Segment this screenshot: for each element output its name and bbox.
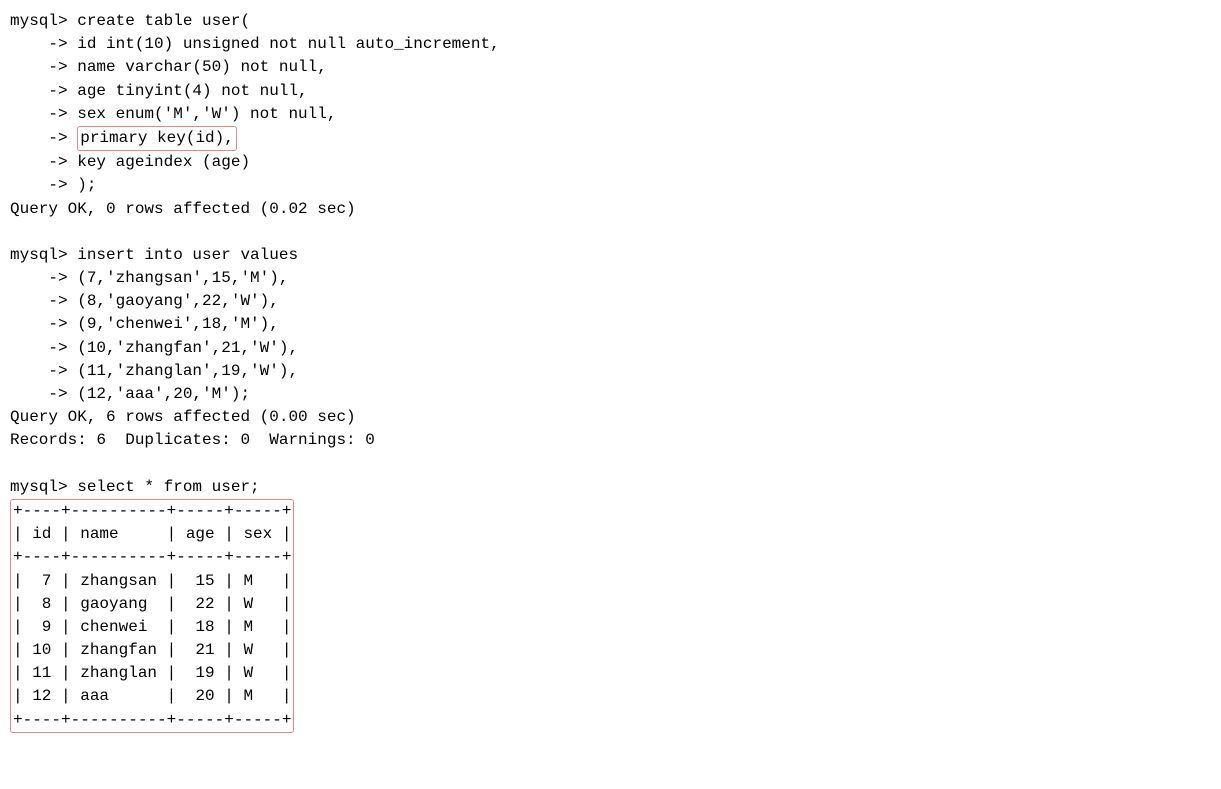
create-line-3: -> name varchar(50) not null, bbox=[10, 56, 1211, 79]
blank-line-2 bbox=[10, 453, 1211, 476]
result-table-highlight: +----+----------+-----+-----+| id | name… bbox=[10, 499, 294, 733]
create-line-2: -> id int(10) unsigned not null auto_inc… bbox=[10, 33, 1211, 56]
insert-line-5: -> (10,'zhangfan',21,'W'), bbox=[10, 337, 1211, 360]
table-row: | 10 | zhangfan | 21 | W | bbox=[13, 639, 291, 662]
create-result: Query OK, 0 rows affected (0.02 sec) bbox=[10, 198, 1211, 221]
create-line-8: -> ); bbox=[10, 174, 1211, 197]
create-line-6-prefix: -> bbox=[10, 129, 77, 147]
blank-line-1 bbox=[10, 221, 1211, 244]
table-border-top: +----+----------+-----+-----+ bbox=[13, 500, 291, 523]
table-row: | 8 | gaoyang | 22 | W | bbox=[13, 593, 291, 616]
table-row: | 11 | zhanglan | 19 | W | bbox=[13, 662, 291, 685]
create-line-5: -> sex enum('M','W') not null, bbox=[10, 103, 1211, 126]
insert-line-7: -> (12,'aaa',20,'M'); bbox=[10, 383, 1211, 406]
insert-result-1: Query OK, 6 rows affected (0.00 sec) bbox=[10, 406, 1211, 429]
table-row: | 9 | chenwei | 18 | M | bbox=[13, 616, 291, 639]
insert-result-2: Records: 6 Duplicates: 0 Warnings: 0 bbox=[10, 429, 1211, 452]
create-line-1: mysql> create table user( bbox=[10, 10, 1211, 33]
table-row: | 7 | zhangsan | 15 | M | bbox=[13, 570, 291, 593]
primary-key-highlight: primary key(id), bbox=[77, 126, 237, 151]
table-border-bottom: +----+----------+-----+-----+ bbox=[13, 709, 291, 732]
create-line-7: -> key ageindex (age) bbox=[10, 151, 1211, 174]
select-query: mysql> select * from user; bbox=[10, 476, 1211, 499]
insert-line-2: -> (7,'zhangsan',15,'M'), bbox=[10, 267, 1211, 290]
table-border-mid: +----+----------+-----+-----+ bbox=[13, 546, 291, 569]
insert-line-4: -> (9,'chenwei',18,'M'), bbox=[10, 313, 1211, 336]
table-header: | id | name | age | sex | bbox=[13, 523, 291, 546]
insert-line-3: -> (8,'gaoyang',22,'W'), bbox=[10, 290, 1211, 313]
create-line-6: -> primary key(id), bbox=[10, 126, 1211, 151]
insert-line-1: mysql> insert into user values bbox=[10, 244, 1211, 267]
insert-line-6: -> (11,'zhanglan',19,'W'), bbox=[10, 360, 1211, 383]
create-line-4: -> age tinyint(4) not null, bbox=[10, 80, 1211, 103]
